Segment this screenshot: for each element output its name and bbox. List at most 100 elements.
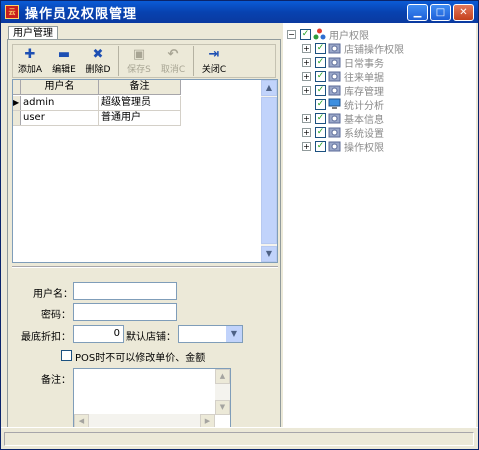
delete-button[interactable]: ✖ 删除D [81, 45, 115, 77]
scroll-down-arrow-icon[interactable]: ▼ [215, 400, 230, 415]
grid-vertical-scrollbar[interactable]: ▲ ▼ [261, 80, 277, 262]
expand-icon[interactable]: + [302, 113, 311, 123]
scroll-down-arrow-icon[interactable]: ▼ [261, 246, 277, 262]
row-indicator-icon: ▶ [13, 96, 21, 110]
main-window: 云 操作员及权限管理 ▁ □ ✕ 用户管理 ✚ 添加A ▬ 编辑E ✖ 删除D [0, 0, 479, 450]
tree-item-system-settings[interactable]: + ✓ 系统设置 [302, 125, 384, 140]
undo-icon: ↶ [167, 47, 179, 62]
permissions-tree[interactable]: − ✓ 用户权限 + ✓ 店铺操作权限 + ✓ 日常事务 + ✓ 往来单据 + … [283, 23, 476, 447]
password-input[interactable] [73, 303, 177, 321]
tree-checkbox[interactable]: ✓ [315, 56, 326, 68]
tree-label: 用户权限 [329, 30, 369, 42]
scroll-thumb[interactable] [261, 97, 277, 244]
tree-checkbox[interactable]: ✓ [300, 28, 311, 40]
expand-icon[interactable]: + [302, 127, 311, 137]
folder-gear-icon [328, 85, 341, 96]
title-bar[interactable]: 云 操作员及权限管理 ▁ □ ✕ [1, 1, 478, 23]
remark-textarea[interactable]: ▲ ▼ ◀ ▶ [73, 368, 231, 430]
scroll-up-arrow-icon[interactable]: ▲ [215, 369, 230, 384]
expand-icon[interactable]: + [302, 85, 311, 95]
grid-header: 用户名 备注 [13, 80, 181, 95]
tree-item-basic-info[interactable]: + ✓ 基本信息 [302, 111, 384, 126]
pos-lock-price-label[interactable]: POS时不可以修改单价、金额 [75, 349, 205, 364]
tree-checkbox[interactable]: ✓ [315, 112, 326, 124]
users-group-icon [313, 28, 326, 40]
row-indicator-header [13, 80, 21, 95]
add-button[interactable]: ✚ 添加A [13, 45, 47, 77]
edit-button-label: 编辑E [52, 65, 76, 75]
remark-vertical-scrollbar[interactable]: ▲ ▼ [215, 369, 230, 415]
folder-gear-icon [328, 43, 341, 54]
cell-username[interactable]: admin [21, 96, 99, 110]
pos-lock-price-checkbox[interactable] [61, 350, 72, 361]
status-panel [4, 432, 474, 446]
tree-item-transactions[interactable]: + ✓ 往来单据 [302, 69, 384, 84]
close-button-label: 关闭C [201, 65, 227, 75]
folder-gear-icon [328, 57, 341, 68]
password-label: 密码： [41, 310, 71, 321]
add-button-label: 添加A [17, 65, 43, 75]
save-button[interactable]: ▣ 保存S [122, 45, 156, 77]
tree-label: 往来单据 [344, 72, 384, 84]
expand-icon[interactable]: + [302, 57, 311, 67]
tree-checkbox[interactable]: ✓ [315, 126, 326, 138]
cancel-button[interactable]: ↶ 取消C [156, 45, 190, 77]
default-shop-select[interactable]: ▼ [178, 325, 243, 343]
username-input[interactable] [73, 282, 177, 300]
maximize-button[interactable]: □ [430, 4, 451, 21]
app-icon: 云 [5, 5, 19, 19]
tab-user-management[interactable]: 用户管理 [8, 26, 58, 40]
tree-item-inventory[interactable]: + ✓ 库存管理 [302, 83, 384, 98]
min-discount-label: 最底折扣： [21, 332, 71, 343]
tree-item-statistics[interactable]: ✓ 统计分析 [315, 97, 384, 112]
close-window-button[interactable]: ✕ [453, 4, 474, 21]
exit-door-icon: ⇥ [208, 47, 220, 62]
edit-button[interactable]: ▬ 编辑E [47, 45, 81, 77]
user-grid[interactable]: 用户名 备注 ▶ admin 超级管理员 user 普通用户 ▲ ▼ [12, 79, 278, 263]
computer-monitor-icon [328, 98, 341, 109]
minimize-button[interactable]: ▁ [407, 4, 428, 21]
username-label: 用户名： [33, 289, 73, 300]
scroll-up-arrow-icon[interactable]: ▲ [261, 80, 277, 96]
tree-root-user-permissions[interactable]: − ✓ 用户权限 [287, 27, 369, 42]
status-bar [1, 427, 478, 449]
tree-checkbox[interactable]: ✓ [315, 98, 326, 110]
expand-icon[interactable]: + [302, 43, 311, 53]
delete-x-icon: ✖ [92, 47, 104, 62]
close-button[interactable]: ⇥ 关闭C [197, 45, 231, 77]
folder-gear-icon [328, 71, 341, 82]
cell-note[interactable]: 普通用户 [99, 111, 181, 125]
expand-icon[interactable]: + [302, 141, 311, 151]
min-discount-input[interactable]: 0 [73, 325, 124, 343]
toolbar-separator [118, 46, 119, 76]
panel-divider [12, 266, 278, 268]
cell-username[interactable]: user [21, 111, 99, 125]
collapse-icon[interactable]: − [287, 29, 296, 39]
table-row[interactable]: user 普通用户 [13, 111, 181, 126]
row-indicator [13, 111, 21, 125]
tree-checkbox[interactable]: ✓ [315, 70, 326, 82]
tree-checkbox[interactable]: ✓ [315, 84, 326, 96]
folder-gear-icon [328, 141, 341, 152]
tree-checkbox[interactable]: ✓ [315, 42, 326, 54]
tree-checkbox[interactable]: ✓ [315, 140, 326, 152]
delete-button-label: 删除D [85, 65, 111, 75]
column-header-username[interactable]: 用户名 [21, 80, 99, 95]
expand-icon[interactable]: + [302, 71, 311, 81]
tree-label: 日常事务 [344, 58, 384, 70]
client-area: 用户管理 ✚ 添加A ▬ 编辑E ✖ 删除D ▣ 保存S ↶ 取消C ⇥ 关闭C… [4, 23, 476, 447]
cell-note[interactable]: 超级管理员 [99, 96, 181, 110]
tree-label: 库存管理 [344, 86, 384, 98]
folder-gear-icon [328, 127, 341, 138]
tree-item-shop-permissions[interactable]: + ✓ 店铺操作权限 [302, 41, 404, 56]
user-management-panel: ✚ 添加A ▬ 编辑E ✖ 删除D ▣ 保存S ↶ 取消C ⇥ 关闭C 用户名 … [7, 39, 281, 445]
tree-item-daily-affairs[interactable]: + ✓ 日常事务 [302, 55, 384, 70]
remark-label: 备注： [41, 375, 71, 386]
tree-label: 店铺操作权限 [344, 44, 404, 56]
plus-icon: ✚ [24, 47, 36, 62]
dropdown-arrow-icon[interactable]: ▼ [226, 326, 242, 342]
folder-gear-icon [328, 113, 341, 124]
column-header-note[interactable]: 备注 [99, 80, 181, 95]
tree-item-operation-permissions[interactable]: + ✓ 操作权限 [302, 139, 384, 154]
table-row[interactable]: ▶ admin 超级管理员 [13, 96, 181, 111]
